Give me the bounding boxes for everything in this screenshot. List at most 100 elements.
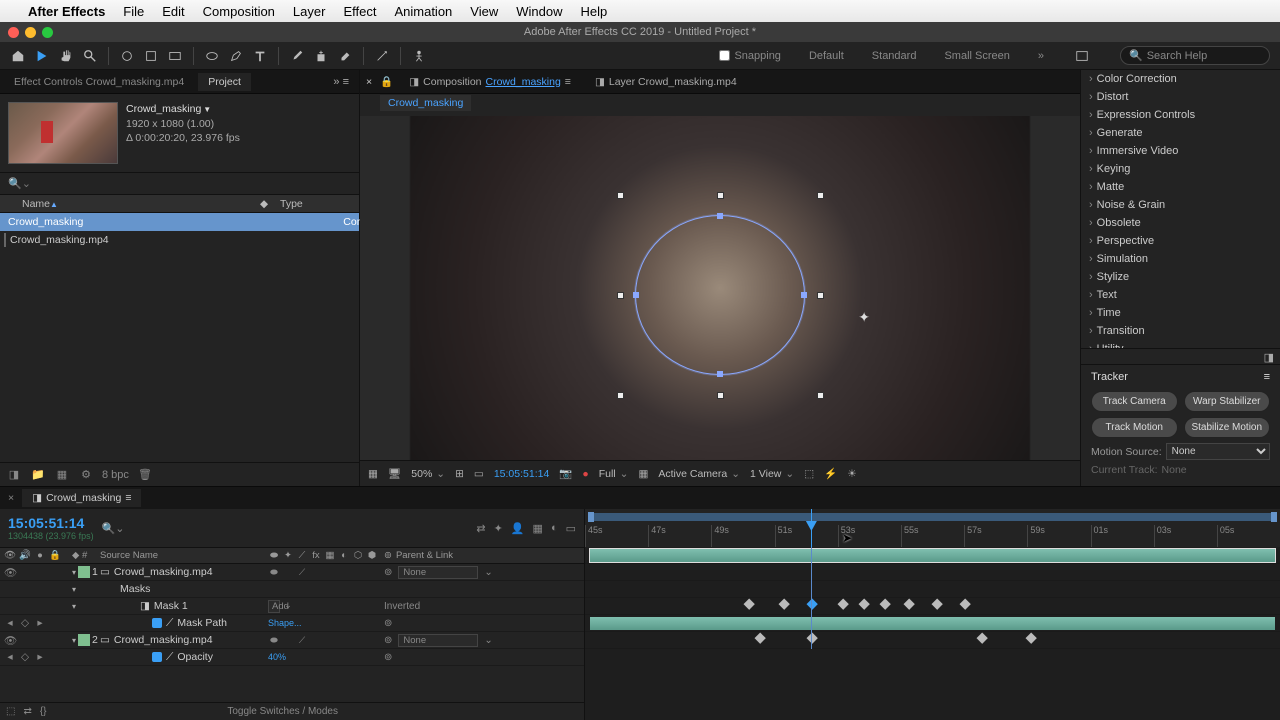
- menu-animation[interactable]: Animation: [394, 4, 452, 19]
- selection-tool-icon[interactable]: [32, 46, 52, 66]
- menu-edit[interactable]: Edit: [162, 4, 184, 19]
- clone-tool-icon[interactable]: [311, 46, 331, 66]
- bit-depth[interactable]: 8 bpc: [102, 469, 129, 481]
- layer-row[interactable]: 👁 ▾2 ▭Crowd_masking.mp4 ⬬⟋ ⊚None⌄: [0, 632, 584, 649]
- fx-category[interactable]: Simulation: [1081, 250, 1280, 268]
- fx-category[interactable]: Time: [1081, 304, 1280, 322]
- menu-file[interactable]: File: [123, 4, 144, 19]
- current-time-indicator[interactable]: [811, 509, 812, 547]
- label-col-icon[interactable]: ◆: [72, 550, 79, 561]
- motion-source-dropdown[interactable]: None: [1166, 443, 1270, 460]
- interpret-footage-icon[interactable]: ◨: [6, 467, 22, 483]
- next-keyframe-icon[interactable]: ▸: [34, 617, 46, 629]
- resolution-dropdown[interactable]: Full: [599, 468, 629, 480]
- solo-col-icon[interactable]: ●: [34, 550, 46, 561]
- track-camera-button[interactable]: Track Camera: [1091, 391, 1178, 412]
- col-label-header[interactable]: ◆: [260, 198, 280, 210]
- video-col-icon[interactable]: 👁: [4, 550, 16, 561]
- video-toggle[interactable]: 👁: [4, 634, 16, 647]
- fast-preview-icon[interactable]: ⚡: [824, 467, 837, 480]
- twirl-icon[interactable]: ▾: [72, 585, 76, 594]
- window-close-icon[interactable]: [8, 27, 19, 38]
- keyframe[interactable]: [806, 599, 817, 610]
- fx-category[interactable]: Color Correction: [1081, 70, 1280, 88]
- rectangle-tool-icon[interactable]: [165, 46, 185, 66]
- timeline-search-icon[interactable]: 🔍⌄: [102, 522, 125, 535]
- search-help-input[interactable]: 🔍 Search Help: [1120, 46, 1270, 65]
- keyframe[interactable]: [1025, 633, 1036, 644]
- fx-category[interactable]: Perspective: [1081, 232, 1280, 250]
- stopwatch-icon[interactable]: [152, 652, 162, 662]
- magnification-icon[interactable]: ▦: [368, 468, 378, 480]
- resolution-icon[interactable]: ⊞: [455, 468, 464, 480]
- mask-vertex[interactable]: [801, 292, 807, 298]
- tracks-area[interactable]: [585, 547, 1280, 649]
- twirl-icon[interactable]: ▾: [72, 568, 76, 577]
- next-keyframe-icon[interactable]: ▸: [34, 651, 46, 663]
- menu-layer[interactable]: Layer: [293, 4, 326, 19]
- fx-category[interactable]: Obsolete: [1081, 214, 1280, 232]
- keyframe[interactable]: [977, 633, 988, 644]
- lock-icon[interactable]: 🔒: [380, 75, 393, 88]
- opacity-row[interactable]: ◂◇▸ ⟋ Opacity 40% ⊚: [0, 649, 584, 666]
- keyframe[interactable]: [959, 599, 970, 610]
- camera-dropdown[interactable]: Active Camera: [658, 468, 740, 480]
- work-area-bar[interactable]: [590, 513, 1275, 521]
- eraser-tool-icon[interactable]: [335, 46, 355, 66]
- fx-category[interactable]: Noise & Grain: [1081, 196, 1280, 214]
- motion-blur-icon[interactable]: ◐: [551, 522, 558, 535]
- keyframe[interactable]: [779, 599, 790, 610]
- snapshot-icon[interactable]: 📷: [559, 467, 572, 480]
- home-icon[interactable]: [8, 46, 28, 66]
- prev-keyframe-icon[interactable]: ◂: [4, 617, 16, 629]
- close-tab-icon[interactable]: ×: [4, 492, 18, 504]
- type-tool-icon[interactable]: [250, 46, 270, 66]
- work-area-start[interactable]: [588, 512, 594, 522]
- layer-bar[interactable]: [590, 617, 1275, 630]
- twirl-icon[interactable]: ▾: [72, 602, 76, 611]
- mask-vertex[interactable]: [717, 213, 723, 219]
- brush-tool-icon[interactable]: [287, 46, 307, 66]
- pickwhip-icon[interactable]: ⊚: [384, 635, 392, 646]
- bbox-handle[interactable]: [617, 292, 624, 299]
- current-time[interactable]: 15:05:51:14: [8, 515, 94, 531]
- workspace-default[interactable]: Default: [809, 50, 844, 62]
- fx-category[interactable]: Transition: [1081, 322, 1280, 340]
- bbox-handle[interactable]: [617, 192, 624, 199]
- keyframe[interactable]: [838, 599, 849, 610]
- keyframe[interactable]: [904, 599, 915, 610]
- keyframe[interactable]: [806, 633, 817, 644]
- hand-tool-icon[interactable]: [56, 46, 76, 66]
- audio-col-icon[interactable]: 🔊: [19, 550, 31, 561]
- exposure-icon[interactable]: ☀: [847, 468, 856, 480]
- fx-category[interactable]: Distort: [1081, 88, 1280, 106]
- pen-tool-icon[interactable]: [226, 46, 246, 66]
- label-color[interactable]: [78, 566, 90, 578]
- project-item-footage[interactable]: Crowd_masking.mp4 AVI: [0, 231, 359, 249]
- bbox-handle[interactable]: [817, 392, 824, 399]
- fx-category[interactable]: Matte: [1081, 178, 1280, 196]
- add-keyframe-icon[interactable]: ◇: [19, 617, 31, 629]
- mask-vertex[interactable]: [633, 292, 639, 298]
- fx-category[interactable]: Utility: [1081, 340, 1280, 348]
- new-bin-icon[interactable]: ◨: [1081, 348, 1280, 364]
- mask-mode-dropdown[interactable]: Add: [268, 600, 280, 613]
- tab-layer[interactable]: ◨ Layer Crowd_masking.mp4: [587, 73, 745, 91]
- video-toggle[interactable]: 👁: [4, 566, 16, 579]
- keyframe[interactable]: [931, 599, 942, 610]
- frame-blend-icon[interactable]: ▦: [533, 522, 543, 535]
- graph-editor-icon[interactable]: ▭: [566, 522, 576, 535]
- keyframe[interactable]: [859, 599, 870, 610]
- tab-project[interactable]: Project: [198, 73, 251, 91]
- fx-category[interactable]: Generate: [1081, 124, 1280, 142]
- parent-dropdown[interactable]: None: [398, 566, 478, 579]
- mask-vertex[interactable]: [717, 371, 723, 377]
- timeline-tab[interactable]: ◨ Crowd_masking ≡: [22, 489, 141, 507]
- transparency-icon[interactable]: ▦: [638, 468, 648, 480]
- col-name-header[interactable]: Name▲: [0, 198, 260, 210]
- orbit-tool-icon[interactable]: [117, 46, 137, 66]
- pickwhip-icon[interactable]: ⊚: [384, 567, 392, 578]
- menu-effect[interactable]: Effect: [343, 4, 376, 19]
- window-minimize-icon[interactable]: [25, 27, 36, 38]
- frame-blend-toggle-icon[interactable]: ⇄: [23, 706, 31, 717]
